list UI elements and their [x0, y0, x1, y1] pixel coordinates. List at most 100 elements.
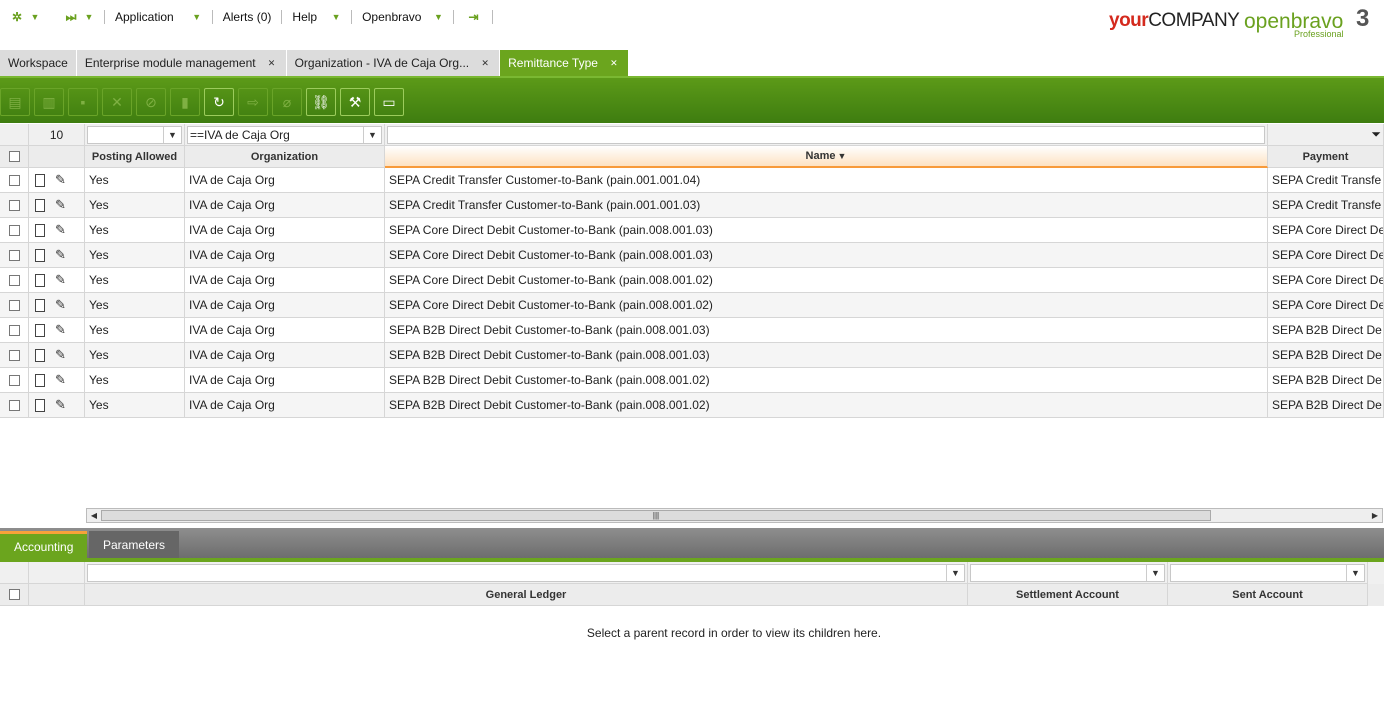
organization-header[interactable]: Organization [185, 146, 385, 168]
posting-filter[interactable]: ▼ [87, 125, 182, 144]
table-row[interactable]: ✎ Yes IVA de Caja Org SEPA Core Direct Debi… [0, 243, 1384, 268]
close-icon[interactable]: ✕ [479, 57, 491, 69]
chevron-down-icon[interactable]: ▼ [1146, 564, 1164, 581]
scrollbar-thumb[interactable]: ||| [101, 510, 1211, 521]
open-form-icon[interactable] [35, 398, 45, 412]
select-all-checkbox[interactable] [8, 589, 20, 600]
open-form-icon[interactable] [35, 273, 45, 287]
chevron-down-icon[interactable]: ▼ [163, 126, 181, 143]
pencil-icon[interactable]: ✎ [55, 197, 66, 213]
table-row[interactable]: ✎ Yes IVA de Caja Org SEPA Credit Transfer … [0, 193, 1384, 218]
pencil-icon[interactable]: ✎ [55, 397, 66, 413]
chevron-down-icon[interactable]: ▼ [329, 6, 343, 28]
chevron-down-icon[interactable]: ▼ [363, 126, 381, 143]
tab-accounting[interactable]: Accounting [0, 531, 88, 559]
pencil-icon[interactable]: ✎ [55, 222, 66, 238]
table-row[interactable]: ✎ Yes IVA de Caja Org SEPA B2B Direct Debit… [0, 343, 1384, 368]
row-checkbox[interactable] [9, 399, 20, 411]
export-icon[interactable]: ⇨ [238, 88, 268, 116]
open-form-icon[interactable] [35, 173, 45, 187]
pencil-icon[interactable]: ✎ [55, 347, 66, 363]
help-menu[interactable]: Help [290, 10, 319, 24]
open-form-icon[interactable] [35, 348, 45, 362]
alerts-link[interactable]: Alerts (0) [221, 10, 274, 24]
row-checkbox[interactable] [9, 199, 20, 211]
tab-remittance-type[interactable]: Remittance Type ✕ [500, 50, 629, 76]
open-form-icon[interactable] [35, 223, 45, 237]
table-row[interactable]: ✎ Yes IVA de Caja Org SEPA Core Direct Debi… [0, 268, 1384, 293]
quick-create-icon[interactable]: ✲ [6, 6, 28, 28]
general-ledger-header[interactable]: General Ledger [85, 584, 968, 606]
open-form-icon[interactable] [35, 298, 45, 312]
scroll-left-icon[interactable]: ◀ [87, 509, 101, 522]
settlement-account-header[interactable]: Settlement Account [968, 584, 1168, 606]
chevron-down-icon[interactable]: ▼ [82, 6, 96, 28]
organization-cell: IVA de Caja Org [185, 243, 385, 268]
undo-icon[interactable]: ⊘ [136, 88, 166, 116]
row-checkbox[interactable] [9, 299, 20, 311]
name-header[interactable]: Name ▼ [385, 146, 1268, 168]
pencil-icon[interactable]: ✎ [55, 172, 66, 188]
new-document-icon[interactable]: ▤ [0, 88, 30, 116]
pencil-icon[interactable]: ✎ [55, 372, 66, 388]
refresh-icon[interactable]: ↻ [204, 88, 234, 116]
form-view-icon[interactable]: ▭ [374, 88, 404, 116]
row-checkbox[interactable] [9, 224, 20, 236]
close-icon[interactable]: ✕ [266, 57, 278, 69]
pencil-icon[interactable]: ✎ [55, 247, 66, 263]
save-icon[interactable]: ▪ [68, 88, 98, 116]
row-checkbox[interactable] [9, 249, 20, 261]
application-menu[interactable]: Application [113, 10, 176, 24]
delete-icon[interactable]: ▮ [170, 88, 200, 116]
table-row[interactable]: ✎ Yes IVA de Caja Org SEPA B2B Direct Debit… [0, 368, 1384, 393]
pencil-icon[interactable]: ✎ [55, 297, 66, 313]
posting-allowed-cell: Yes [85, 168, 185, 193]
chevron-down-icon[interactable]: ▼ [431, 6, 445, 28]
sent-account-header[interactable]: Sent Account [1168, 584, 1368, 606]
name-filter[interactable] [387, 125, 1265, 144]
table-row[interactable]: ✎ Yes IVA de Caja Org SEPA B2B Direct Debit… [0, 393, 1384, 418]
sent-account-filter[interactable]: ▼ [1170, 563, 1365, 582]
select-all-checkbox[interactable] [8, 151, 20, 162]
settlement-account-filter[interactable]: ▼ [970, 563, 1165, 582]
link-icon[interactable]: ⛓ [306, 88, 336, 116]
tab-organization[interactable]: Organization - IVA de Caja Org... ✕ [286, 50, 501, 76]
chevron-down-icon[interactable]: ▼ [1346, 564, 1364, 581]
quick-launch-icon[interactable]: ⏭ [60, 6, 82, 28]
posting-allowed-header[interactable]: Posting Allowed [85, 146, 185, 168]
table-row[interactable]: ✎ Yes IVA de Caja Org SEPA B2B Direct Debit… [0, 318, 1384, 343]
tools-icon[interactable]: ⚒ [340, 88, 370, 116]
organization-filter[interactable]: ==IVA de Caja Org ▼ [187, 125, 382, 144]
funnel-icon[interactable]: ⏷ [1371, 127, 1381, 142]
open-form-icon[interactable] [35, 248, 45, 262]
tab-enterprise-module-management[interactable]: Enterprise module management ✕ [76, 50, 287, 76]
table-row[interactable]: ✎ Yes IVA de Caja Org SEPA Core Direct Debi… [0, 218, 1384, 243]
row-checkbox[interactable] [9, 374, 20, 386]
table-row[interactable]: ✎ Yes IVA de Caja Org SEPA Core Direct Debi… [0, 293, 1384, 318]
user-menu[interactable]: Openbravo [360, 10, 423, 24]
save-close-icon[interactable]: ✕ [102, 88, 132, 116]
row-checkbox[interactable] [9, 349, 20, 361]
row-checkbox[interactable] [9, 324, 20, 336]
chevron-down-icon[interactable]: ▼ [946, 564, 964, 581]
pencil-icon[interactable]: ✎ [55, 322, 66, 338]
tab-workspace[interactable]: Workspace [0, 50, 77, 76]
attachment-icon[interactable]: ⌀ [272, 88, 302, 116]
tab-parameters[interactable]: Parameters [89, 531, 180, 559]
horizontal-scrollbar[interactable]: ◀ ||| ▶ [86, 508, 1383, 523]
general-ledger-filter[interactable]: ▼ [87, 563, 965, 582]
open-form-icon[interactable] [35, 323, 45, 337]
table-row[interactable]: ✎ Yes IVA de Caja Org SEPA Credit Transfer … [0, 168, 1384, 193]
chevron-down-icon[interactable]: ▼ [190, 6, 204, 28]
payment-header[interactable]: Payment [1268, 146, 1384, 168]
scroll-right-icon[interactable]: ▶ [1368, 509, 1382, 522]
chevron-down-icon[interactable]: ▼ [28, 6, 42, 28]
new-row-icon[interactable]: ▥ [34, 88, 64, 116]
open-form-icon[interactable] [35, 373, 45, 387]
row-checkbox[interactable] [9, 174, 20, 186]
row-checkbox[interactable] [9, 274, 20, 286]
logout-icon[interactable]: ⇥ [462, 6, 484, 28]
close-icon[interactable]: ✕ [608, 57, 620, 69]
open-form-icon[interactable] [35, 198, 45, 212]
pencil-icon[interactable]: ✎ [55, 272, 66, 288]
